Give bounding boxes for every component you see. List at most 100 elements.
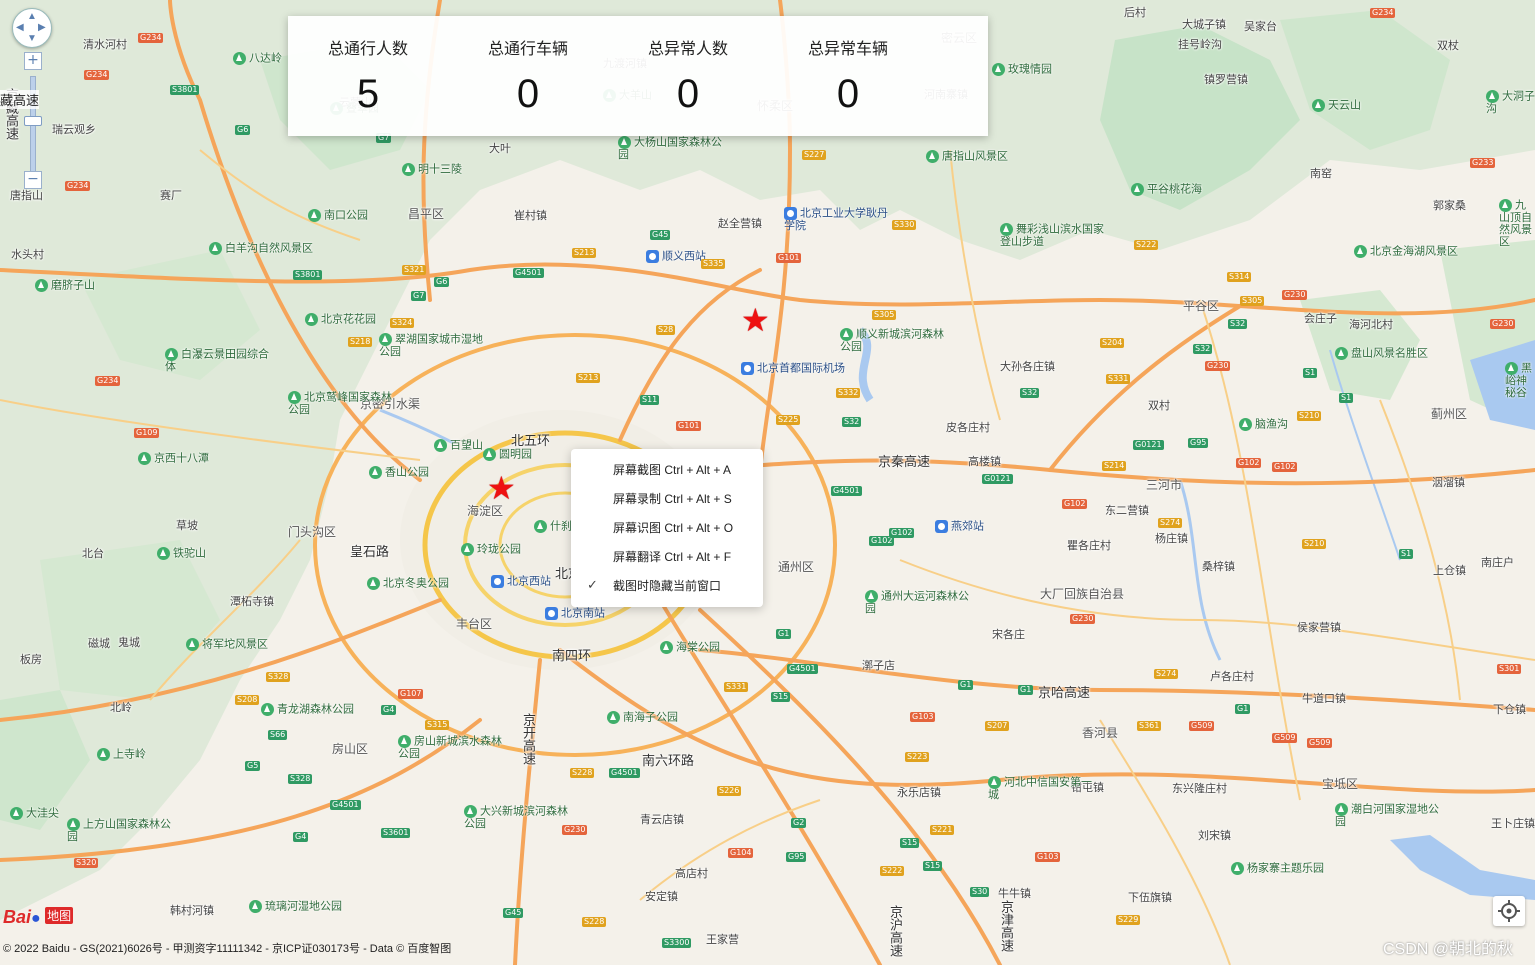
park-poi[interactable]: 香山公园 bbox=[369, 466, 429, 479]
park-icon bbox=[1505, 362, 1518, 375]
poi-label: 顺义西站 bbox=[662, 250, 706, 263]
park-icon bbox=[461, 543, 474, 556]
map-place-label: 下伍旗镇 bbox=[1128, 892, 1172, 904]
park-poi[interactable]: 海棠公园 bbox=[660, 641, 720, 654]
menu-item-screen-ocr[interactable]: 屏幕识图 Ctrl + Alt + O bbox=[571, 514, 763, 542]
pan-right-icon[interactable]: ▶ bbox=[38, 23, 46, 33]
park-poi[interactable]: 通州大运河森林公园 bbox=[865, 590, 975, 615]
park-poi[interactable]: 铁驼山 bbox=[157, 547, 206, 560]
map-place-label: 赵全营镇 bbox=[718, 218, 762, 230]
park-poi[interactable]: 北京花花园 bbox=[305, 313, 376, 326]
location-marker-star[interactable]: ★ bbox=[741, 304, 770, 336]
park-poi[interactable]: 北京冬奥公园 bbox=[367, 577, 449, 590]
transport-poi[interactable]: 顺义西站 bbox=[646, 250, 706, 263]
park-poi[interactable]: 上方山国家森林公园 bbox=[67, 818, 177, 843]
poi-label: 北京花花园 bbox=[321, 313, 376, 326]
park-poi[interactable]: 白羊沟自然风景区 bbox=[209, 242, 313, 255]
poi-label: 盘山风景名胜区 bbox=[1351, 347, 1428, 360]
park-poi[interactable]: 南海子公园 bbox=[607, 711, 678, 724]
park-poi[interactable]: 白瀑云景田园综合体 bbox=[165, 348, 275, 373]
pan-down-icon[interactable]: ▼ bbox=[27, 34, 37, 44]
park-poi[interactable]: 八达岭 bbox=[233, 52, 282, 65]
map-place-label: 永乐店镇 bbox=[897, 787, 941, 799]
park-icon bbox=[1335, 347, 1348, 360]
park-poi[interactable]: 百望山 bbox=[434, 439, 483, 452]
transport-poi[interactable]: 北京工业大学耿丹学院 bbox=[784, 207, 894, 232]
poi-label: 北京南站 bbox=[561, 607, 605, 620]
menu-item-screenshot[interactable]: 屏幕截图 Ctrl + Alt + A bbox=[571, 456, 763, 484]
park-poi[interactable]: 圆明园 bbox=[483, 448, 532, 461]
poi-label: 百望山 bbox=[450, 439, 483, 452]
park-poi[interactable]: 河北中信国安第一城 bbox=[988, 776, 1098, 801]
poi-label: 唐指山风景区 bbox=[942, 150, 1008, 163]
park-poi[interactable]: 南口公园 bbox=[308, 209, 368, 222]
park-poi[interactable]: 大洞子沟 bbox=[1486, 90, 1535, 115]
park-poi[interactable]: 北京鹫峰国家森林公园 bbox=[288, 391, 398, 416]
locate-me-button[interactable] bbox=[1493, 896, 1525, 926]
poi-label: 河北中信国安第一城 bbox=[988, 776, 1092, 801]
park-poi[interactable]: 上寺岭 bbox=[97, 748, 146, 761]
map-canvas[interactable] bbox=[0, 0, 1535, 965]
park-poi[interactable]: 北京金海湖风景区 bbox=[1354, 245, 1458, 258]
park-poi[interactable]: 潮白河国家湿地公园 bbox=[1335, 803, 1445, 828]
park-poi[interactable]: 天云山 bbox=[1312, 99, 1361, 112]
pan-control[interactable]: ▲ ▼ ◀ ▶ bbox=[12, 8, 52, 48]
zoom-in-button[interactable]: + bbox=[24, 52, 42, 70]
park-poi[interactable]: 京西十八潭 bbox=[138, 452, 209, 465]
park-poi[interactable]: 大洼尖 bbox=[10, 807, 59, 820]
park-poi[interactable]: 唐指山风景区 bbox=[926, 150, 1008, 163]
park-icon bbox=[464, 805, 477, 818]
park-poi[interactable]: 九山顶自然风景区 bbox=[1499, 199, 1535, 248]
park-poi[interactable]: 琉璃河湿地公园 bbox=[249, 900, 342, 913]
pan-up-icon[interactable]: ▲ bbox=[27, 12, 37, 22]
park-icon bbox=[1231, 862, 1244, 875]
park-poi[interactable]: 脑渔沟 bbox=[1239, 418, 1288, 431]
menu-item-label: 截图时隐藏当前窗口 bbox=[613, 579, 722, 593]
map-place-label: 韩村河镇 bbox=[170, 905, 214, 917]
map-place-label: 瑞云观乡 bbox=[52, 124, 96, 136]
park-poi[interactable]: 房山新城滨水森林公园 bbox=[398, 735, 508, 760]
transport-poi[interactable]: 燕郊站 bbox=[935, 520, 984, 533]
park-icon bbox=[186, 638, 199, 651]
zoom-slider-handle[interactable] bbox=[24, 116, 42, 126]
menu-item-hide-window[interactable]: ✓ 截图时隐藏当前窗口 bbox=[571, 572, 763, 600]
menu-item-screen-record[interactable]: 屏幕录制 Ctrl + Alt + S bbox=[571, 485, 763, 513]
poi-label: 上寺岭 bbox=[113, 748, 146, 761]
map-place-label: 草坡 bbox=[176, 520, 198, 532]
park-poi[interactable]: 玫瑰情园 bbox=[992, 63, 1052, 76]
park-poi[interactable]: 翠湖国家城市湿地公园 bbox=[379, 333, 489, 358]
park-poi[interactable]: 平谷桃花海 bbox=[1131, 183, 1202, 196]
park-poi[interactable]: 黑峪神秘谷 bbox=[1505, 362, 1535, 399]
poi-label: 平谷桃花海 bbox=[1147, 183, 1202, 196]
park-poi[interactable]: 大兴新城滨河森林公园 bbox=[464, 805, 574, 830]
park-icon bbox=[261, 703, 274, 716]
station-icon bbox=[545, 607, 558, 620]
baidu-map-logo[interactable]: Bai● 地图 bbox=[3, 907, 74, 935]
menu-item-screen-translate[interactable]: 屏幕翻译 Ctrl + Alt + F bbox=[571, 543, 763, 571]
map-place-label: 漷子店 bbox=[862, 660, 895, 672]
transport-poi[interactable]: 北京首都国际机场 bbox=[741, 362, 845, 375]
map-place-label: 牛道口镇 bbox=[1302, 693, 1346, 705]
poi-label: 青龙湖森林公园 bbox=[277, 703, 354, 716]
pan-left-icon[interactable]: ◀ bbox=[16, 23, 24, 33]
transport-poi[interactable]: 北京南站 bbox=[545, 607, 605, 620]
park-poi[interactable]: 舞彩浅山滨水国家登山步道 bbox=[1000, 223, 1110, 248]
park-poi[interactable]: 磨脐子山 bbox=[35, 279, 95, 292]
map-place-label: 洇溜镇 bbox=[1432, 477, 1465, 489]
map-place-label: 京津高速 bbox=[999, 900, 1014, 952]
location-marker-star[interactable]: ★ bbox=[487, 472, 516, 504]
park-poi[interactable]: 明十三陵 bbox=[402, 163, 462, 176]
park-poi[interactable]: 将军坨风景区 bbox=[186, 638, 268, 651]
park-poi[interactable]: 杨家寨主题乐园 bbox=[1231, 862, 1324, 875]
park-poi[interactable]: 顺义新城滨河森林公园 bbox=[840, 328, 950, 353]
park-poi[interactable]: 盘山风景名胜区 bbox=[1335, 347, 1428, 360]
map-place-label: 京开高速 bbox=[521, 713, 536, 765]
park-poi[interactable]: 大杨山国家森林公园 bbox=[618, 136, 728, 161]
map-place-label: 潭柘寺镇 bbox=[230, 596, 274, 608]
poi-label: 南口公园 bbox=[324, 209, 368, 222]
stat-value: 0 bbox=[836, 72, 860, 116]
park-poi[interactable]: 青龙湖森林公园 bbox=[261, 703, 354, 716]
zoom-out-button[interactable]: − bbox=[24, 171, 42, 189]
park-poi[interactable]: 玲珑公园 bbox=[461, 543, 521, 556]
transport-poi[interactable]: 北京西站 bbox=[491, 575, 551, 588]
